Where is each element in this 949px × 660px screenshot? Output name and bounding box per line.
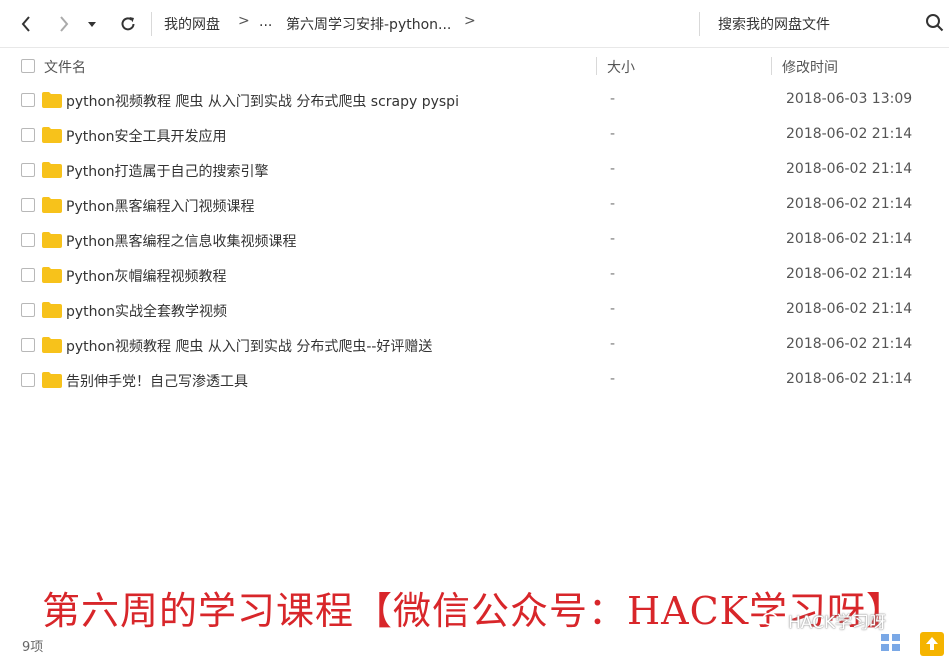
breadcrumb-ellipsis[interactable]: ...: [259, 14, 272, 30]
wechat-watermark: HACK学习呀: [762, 608, 886, 633]
row-checkbox[interactable]: [21, 373, 35, 387]
file-row[interactable]: Python灰帽编程视频教程 - 2018-06-02 21:14: [0, 258, 949, 293]
column-divider[interactable]: [596, 57, 597, 75]
upload-button[interactable]: [920, 632, 944, 656]
file-row[interactable]: Python黑客编程之信息收集视频课程 - 2018-06-02 21:14: [0, 223, 949, 258]
dropdown-icon: [88, 22, 96, 27]
search-input[interactable]: 搜索我的网盘文件: [718, 14, 830, 34]
file-modified: 2018-06-02 21:14: [786, 371, 913, 387]
file-size: -: [610, 301, 616, 317]
file-modified: 2018-06-02 21:14: [786, 266, 913, 282]
row-checkbox[interactable]: [21, 128, 35, 142]
back-arrow-icon: [21, 16, 30, 32]
file-modified: 2018-06-02 21:14: [786, 231, 913, 247]
breadcrumb-root[interactable]: 我的网盘: [164, 14, 220, 34]
row-checkbox[interactable]: [21, 163, 35, 177]
watermark-text: HACK学习呀: [788, 613, 887, 633]
file-size: -: [610, 231, 616, 247]
file-name[interactable]: python视频教程 爬虫 从入门到实战 分布式爬虫--好评赠送: [66, 336, 432, 356]
top-navigation-bar: 我的网盘 > ... 第六周学习安排-python... > 搜索我的网盘文件: [0, 0, 949, 48]
file-name[interactable]: Python黑客编程之信息收集视频课程: [66, 231, 297, 251]
file-modified: 2018-06-02 21:14: [786, 126, 913, 142]
file-row[interactable]: python实战全套教学视频 - 2018-06-02 21:14: [0, 293, 949, 328]
column-header-modified[interactable]: 修改时间: [782, 57, 838, 77]
row-checkbox[interactable]: [21, 303, 35, 317]
breadcrumb-separator: >: [238, 13, 250, 29]
grid-view-button[interactable]: [880, 633, 902, 653]
item-count: 9项: [22, 640, 44, 655]
select-all-checkbox[interactable]: [21, 59, 35, 73]
file-name[interactable]: python实战全套教学视频: [66, 301, 227, 321]
forward-arrow-icon: [60, 16, 69, 32]
row-checkbox[interactable]: [21, 268, 35, 282]
file-name[interactable]: 告别伸手党！自己写渗透工具: [66, 371, 248, 391]
file-row[interactable]: 告别伸手党！自己写渗透工具 - 2018-06-02 21:14: [0, 363, 949, 398]
file-name[interactable]: Python黑客编程入门视频课程: [66, 196, 255, 216]
wechat-icon: [762, 612, 784, 628]
file-size: -: [610, 161, 616, 177]
history-dropdown-button[interactable]: [82, 10, 102, 38]
grid-view-icon: [881, 634, 900, 651]
folder-icon: [42, 162, 62, 178]
file-size: -: [610, 126, 616, 142]
folder-icon: [42, 302, 62, 318]
column-header-size[interactable]: 大小: [607, 57, 635, 77]
refresh-icon: [121, 17, 135, 31]
file-name[interactable]: Python打造属于自己的搜索引擎: [66, 161, 269, 181]
row-checkbox[interactable]: [21, 198, 35, 212]
folder-icon: [42, 337, 62, 353]
folder-icon: [42, 232, 62, 248]
file-modified: 2018-06-02 21:14: [786, 301, 913, 317]
file-size: -: [610, 196, 616, 212]
file-row[interactable]: Python打造属于自己的搜索引擎 - 2018-06-02 21:14: [0, 153, 949, 188]
breadcrumb-current[interactable]: 第六周学习安排-python...: [286, 14, 451, 34]
file-name[interactable]: Python安全工具开发应用: [66, 126, 227, 146]
file-size: -: [610, 371, 616, 387]
breadcrumb-separator: >: [464, 13, 476, 29]
file-name[interactable]: Python灰帽编程视频教程: [66, 266, 227, 286]
file-size: -: [610, 336, 616, 352]
file-row[interactable]: Python黑客编程入门视频课程 - 2018-06-02 21:14: [0, 188, 949, 223]
back-button[interactable]: [14, 10, 38, 38]
file-size: -: [610, 91, 616, 107]
folder-icon: [42, 92, 62, 108]
file-size: -: [610, 266, 616, 282]
file-modified: 2018-06-02 21:14: [786, 161, 913, 177]
row-checkbox[interactable]: [21, 233, 35, 247]
search-icon: [926, 14, 944, 32]
upload-icon: [926, 637, 938, 650]
file-modified: 2018-06-03 13:09: [786, 91, 913, 107]
row-checkbox[interactable]: [21, 338, 35, 352]
folder-icon: [42, 197, 62, 213]
refresh-button[interactable]: [116, 10, 140, 38]
folder-icon: [42, 267, 62, 283]
folder-icon: [42, 372, 62, 388]
nav-divider: [151, 12, 152, 36]
file-modified: 2018-06-02 21:14: [786, 336, 913, 352]
column-header-name[interactable]: 文件名: [44, 57, 86, 77]
file-name[interactable]: python视频教程 爬虫 从入门到实战 分布式爬虫 scrapy pyspi: [66, 91, 459, 111]
folder-icon: [42, 127, 62, 143]
file-row[interactable]: python视频教程 爬虫 从入门到实战 分布式爬虫 scrapy pyspi …: [0, 83, 949, 118]
search-divider: [699, 12, 700, 36]
file-list-header: 文件名 大小 修改时间: [0, 48, 949, 84]
forward-button[interactable]: [52, 10, 76, 38]
file-row[interactable]: python视频教程 爬虫 从入门到实战 分布式爬虫--好评赠送 - 2018-…: [0, 328, 949, 363]
search-button[interactable]: [925, 13, 945, 33]
file-row[interactable]: Python安全工具开发应用 - 2018-06-02 21:14: [0, 118, 949, 153]
row-checkbox[interactable]: [21, 93, 35, 107]
column-divider[interactable]: [771, 57, 772, 75]
file-modified: 2018-06-02 21:14: [786, 196, 913, 212]
